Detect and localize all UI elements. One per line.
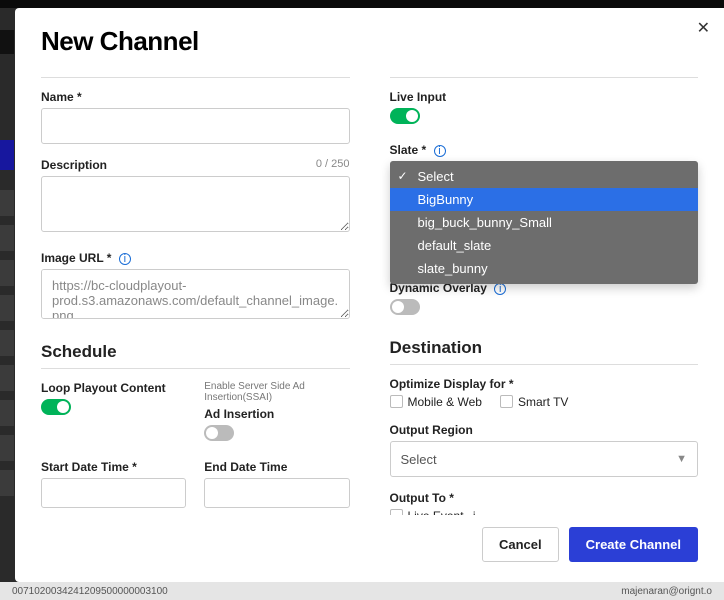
create-channel-button[interactable]: Create Channel [569, 527, 698, 562]
chevron-down-icon: ▼ [676, 453, 687, 465]
start-datetime-label: Start Date Time * [41, 460, 186, 474]
slate-option-slate-bunny[interactable]: slate_bunny [390, 257, 699, 280]
description-counter: 0 / 250 [316, 158, 350, 170]
slate-option-default[interactable]: default_slate [390, 234, 699, 257]
image-url-label: Image URL * i [41, 251, 350, 265]
slate-option-select[interactable]: Select [390, 165, 699, 188]
close-icon[interactable]: ✕ [697, 18, 710, 38]
slate-option-bbb-small[interactable]: big_buck_bunny_Small [390, 211, 699, 234]
live-input-toggle[interactable] [390, 108, 420, 124]
info-icon[interactable]: i [494, 283, 506, 295]
description-label: Description 0 / 250 [41, 158, 350, 172]
loop-playout-label: Loop Playout Content [41, 381, 186, 395]
modal-title: New Channel [41, 26, 199, 57]
optimize-tv-checkbox[interactable]: Smart TV [500, 395, 568, 409]
image-url-input[interactable]: https://bc-cloudplayout-prod.s3.amazonaw… [41, 269, 350, 319]
output-to-label: Output To * [390, 491, 699, 505]
destination-heading: Destination [390, 338, 699, 358]
loop-playout-toggle[interactable] [41, 399, 71, 415]
start-datetime-input[interactable] [41, 478, 186, 508]
name-input[interactable] [41, 108, 350, 144]
ssai-note: Enable Server Side Ad Insertion(SSAI) [204, 381, 349, 403]
slate-option-bigbunny[interactable]: BigBunny [390, 188, 699, 211]
left-column: Name * Description 0 / 250 Image URL * i [41, 77, 350, 515]
bg-text-right: majenaran@orignt.o [621, 586, 712, 596]
bg-text-left: 0071020034241209500000003100 [12, 586, 168, 596]
description-input[interactable] [41, 176, 350, 232]
ad-insertion-label: Ad Insertion [204, 407, 349, 421]
schedule-heading: Schedule [41, 342, 350, 362]
optimize-label: Optimize Display for * [390, 377, 699, 391]
live-input-label: Live Input [390, 90, 699, 104]
output-region-select[interactable]: Select ▼ [390, 441, 699, 477]
info-icon[interactable]: i [119, 253, 131, 265]
output-region-label: Output Region [390, 423, 699, 437]
end-datetime-input[interactable] [204, 478, 349, 508]
slate-label: Slate * i [390, 143, 699, 157]
ad-insertion-toggle[interactable] [204, 425, 234, 441]
slate-dropdown: Select BigBunny big_buck_bunny_Small def… [390, 161, 699, 284]
new-channel-modal: ✕ New Channel Name * Description 0 / 250 [15, 8, 724, 582]
name-label: Name * [41, 90, 350, 104]
info-icon[interactable]: i [434, 145, 446, 157]
optimize-mobile-checkbox[interactable]: Mobile & Web [390, 395, 482, 409]
right-column: Live Input Slate * i ▼ Select Bi [390, 77, 699, 515]
cancel-button[interactable]: Cancel [482, 527, 559, 562]
end-datetime-label: End Date Time [204, 460, 349, 474]
dynamic-overlay-toggle[interactable] [390, 299, 420, 315]
